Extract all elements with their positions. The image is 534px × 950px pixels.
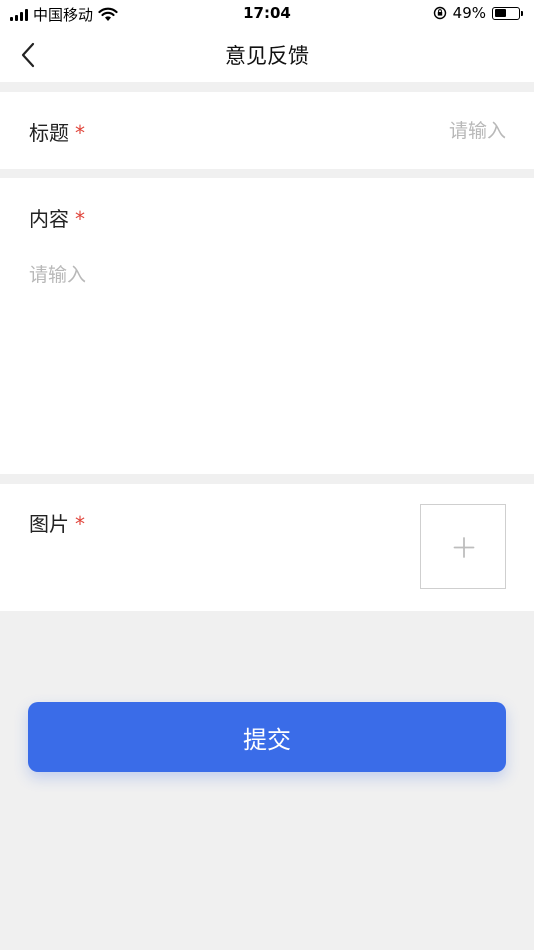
image-label: 图片: [29, 512, 69, 536]
page-title: 意见反馈: [225, 44, 309, 68]
content-textarea[interactable]: [29, 260, 505, 460]
battery-fill: [494, 9, 506, 17]
plus-icon: [453, 537, 475, 558]
status-right: 49%: [433, 4, 523, 22]
orientation-lock-icon: [433, 6, 446, 20]
title-input[interactable]: [246, 116, 506, 146]
nav-title-wrap: 意见反馈: [0, 40, 534, 70]
image-label-row: 图片 *: [29, 508, 85, 537]
status-bar: 中国移动 17:04 49%: [0, 0, 534, 28]
content-section: 内容 *: [0, 178, 534, 474]
chevron-left-icon: [21, 42, 35, 68]
title-required-mark: *: [75, 121, 85, 145]
image-section: 图片 *: [0, 484, 534, 611]
title-label-row: 标题 *: [29, 117, 85, 146]
title-section: 标题 *: [0, 92, 534, 169]
submit-button[interactable]: 提交: [28, 702, 506, 772]
image-upload-button[interactable]: [420, 504, 506, 589]
content-label: 内容: [29, 207, 69, 231]
back-button[interactable]: [14, 40, 44, 70]
content-required-mark: *: [75, 207, 85, 231]
battery-icon: [492, 6, 523, 20]
title-label: 标题: [29, 121, 69, 145]
image-required-mark: *: [75, 512, 85, 536]
content-label-row: 内容 *: [29, 203, 85, 232]
battery-percent: 49%: [452, 4, 486, 22]
nav-bar: 意见反馈: [0, 28, 534, 82]
